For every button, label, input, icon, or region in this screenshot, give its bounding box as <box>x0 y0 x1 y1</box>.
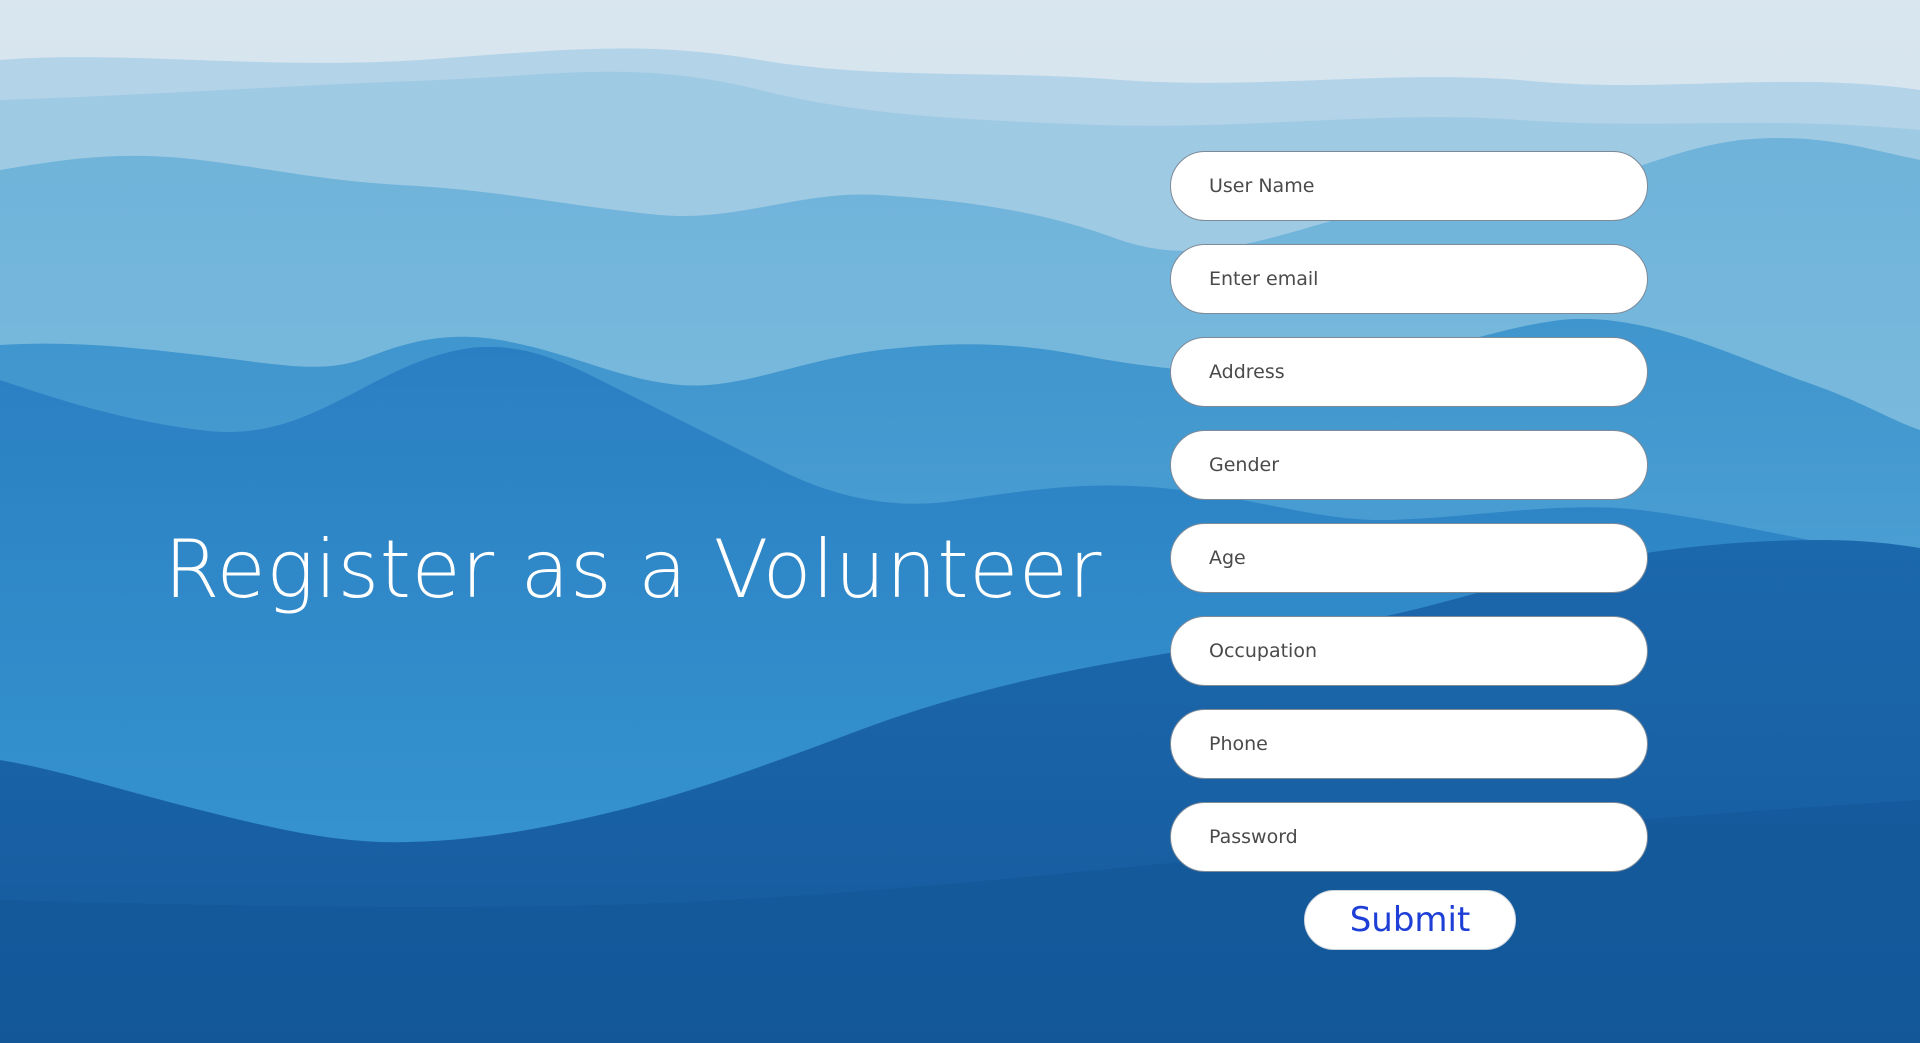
registration-page: Register as a Volunteer Submit <box>0 0 1920 1043</box>
email-input[interactable] <box>1170 244 1648 314</box>
occupation-input[interactable] <box>1170 616 1648 686</box>
username-input[interactable] <box>1170 151 1648 221</box>
password-input[interactable] <box>1170 802 1648 872</box>
submit-button[interactable]: Submit <box>1304 890 1516 950</box>
volunteer-registration-form <box>1170 151 1648 895</box>
phone-input[interactable] <box>1170 709 1648 779</box>
page-title: Register as a Volunteer <box>164 523 1102 616</box>
address-input[interactable] <box>1170 337 1648 407</box>
gender-input[interactable] <box>1170 430 1648 500</box>
age-input[interactable] <box>1170 523 1648 593</box>
